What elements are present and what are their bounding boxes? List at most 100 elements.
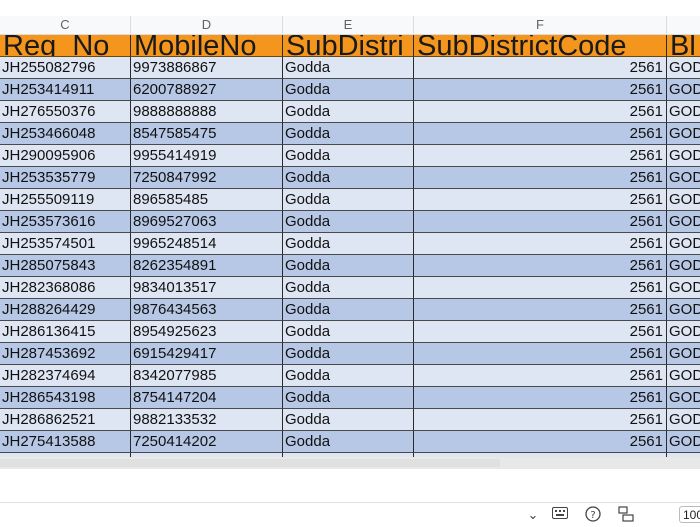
cell-mobile-no[interactable]: 8954925623 bbox=[131, 321, 283, 343]
cell-mobile-no[interactable]: 7250847992 bbox=[131, 167, 283, 189]
cell-mobile-no[interactable]: 8342077985 bbox=[131, 365, 283, 387]
cell-mobile-no[interactable]: 7250414202 bbox=[131, 431, 283, 453]
cell-reg-no[interactable]: JH282374694 bbox=[0, 365, 131, 387]
help-icon[interactable]: ? bbox=[584, 506, 602, 524]
cell-next-column[interactable]: GOD bbox=[667, 101, 700, 123]
cell-reg-no[interactable]: JH253414911 bbox=[0, 79, 131, 101]
cell-mobile-no[interactable]: 8754147204 bbox=[131, 387, 283, 409]
cell-reg-no[interactable]: JH286862521 bbox=[0, 409, 131, 431]
cell-next-column[interactable]: GOD bbox=[667, 387, 700, 409]
cell-reg-no[interactable]: JH275413588 bbox=[0, 431, 131, 453]
cell-mobile-no[interactable]: 896585485 bbox=[131, 189, 283, 211]
cell-sub-district[interactable]: Godda bbox=[283, 409, 414, 431]
cell-mobile-no[interactable]: 9882133532 bbox=[131, 409, 283, 431]
cell-mobile-no[interactable]: 8969527063 bbox=[131, 211, 283, 233]
header-cell-reg-no[interactable]: Reg_No bbox=[0, 35, 131, 57]
cell-sub-district-code[interactable]: 2561 bbox=[414, 211, 667, 233]
cell-next-column[interactable]: GOD bbox=[667, 343, 700, 365]
cell-sub-district-code[interactable]: 2561 bbox=[414, 409, 667, 431]
cell-sub-district-code[interactable]: 2561 bbox=[414, 79, 667, 101]
column-header-e[interactable]: E bbox=[283, 16, 414, 34]
cell-next-column[interactable]: GOD bbox=[667, 409, 700, 431]
header-cell-mobile-no[interactable]: MobileNo bbox=[131, 35, 283, 57]
cell-sub-district[interactable]: Godda bbox=[283, 123, 414, 145]
cell-mobile-no[interactable]: 8547585475 bbox=[131, 123, 283, 145]
cell-mobile-no[interactable]: 9876434563 bbox=[131, 299, 283, 321]
cell-sub-district-code[interactable]: 2561 bbox=[414, 343, 667, 365]
cell-reg-no[interactable]: JH255509119 bbox=[0, 189, 131, 211]
cell-next-column[interactable]: GOD bbox=[667, 277, 700, 299]
cell-mobile-no[interactable]: 9973886867 bbox=[131, 57, 283, 79]
cell-next-column[interactable]: GOD bbox=[667, 211, 700, 233]
cell-sub-district-code[interactable]: 2561 bbox=[414, 167, 667, 189]
cell-sub-district[interactable]: Godda bbox=[283, 145, 414, 167]
cell-reg-no[interactable]: JH290095906 bbox=[0, 145, 131, 167]
cell-reg-no[interactable]: JH288264429 bbox=[0, 299, 131, 321]
cell-mobile-no[interactable]: 8262354891 bbox=[131, 255, 283, 277]
keyboard-icon[interactable] bbox=[551, 506, 569, 524]
cell-sub-district[interactable]: Godda bbox=[283, 299, 414, 321]
cell-sub-district[interactable]: Godda bbox=[283, 431, 414, 453]
cell-sub-district-code[interactable]: 2561 bbox=[414, 387, 667, 409]
cell-sub-district[interactable]: Godda bbox=[283, 167, 414, 189]
horizontal-scrollbar[interactable] bbox=[0, 457, 700, 469]
cell-next-column[interactable]: GOD bbox=[667, 299, 700, 321]
cell-sub-district[interactable]: Godda bbox=[283, 277, 414, 299]
cell-reg-no[interactable]: JH253466048 bbox=[0, 123, 131, 145]
cell-sub-district[interactable]: Godda bbox=[283, 365, 414, 387]
cell-sub-district[interactable]: Godda bbox=[283, 255, 414, 277]
cell-reg-no[interactable]: JH287453692 bbox=[0, 343, 131, 365]
cell-reg-no[interactable]: JH253573616 bbox=[0, 211, 131, 233]
cell-next-column[interactable]: GOD bbox=[667, 79, 700, 101]
cell-reg-no[interactable]: JH285075843 bbox=[0, 255, 131, 277]
cell-next-column[interactable]: GOD bbox=[667, 365, 700, 387]
cell-sub-district-code[interactable]: 2561 bbox=[414, 277, 667, 299]
cell-sub-district[interactable]: Godda bbox=[283, 233, 414, 255]
cell-sub-district[interactable]: Godda bbox=[283, 211, 414, 233]
cell-sub-district[interactable]: Godda bbox=[283, 57, 414, 79]
cell-reg-no[interactable]: JH253535779 bbox=[0, 167, 131, 189]
cell-sub-district[interactable]: Godda bbox=[283, 101, 414, 123]
cell-reg-no[interactable]: JH253574501 bbox=[0, 233, 131, 255]
page-layout-icon[interactable] bbox=[617, 506, 635, 524]
cell-sub-district-code[interactable]: 2561 bbox=[414, 145, 667, 167]
cell-next-column[interactable]: GOD bbox=[667, 321, 700, 343]
cell-sub-district[interactable]: Godda bbox=[283, 343, 414, 365]
cell-mobile-no[interactable]: 9955414919 bbox=[131, 145, 283, 167]
column-header-g[interactable] bbox=[667, 16, 700, 34]
cell-sub-district[interactable]: Godda bbox=[283, 387, 414, 409]
cell-reg-no[interactable]: JH255082796 bbox=[0, 57, 131, 79]
cell-next-column[interactable]: GOD bbox=[667, 145, 700, 167]
cell-sub-district-code[interactable]: 2561 bbox=[414, 57, 667, 79]
cell-reg-no[interactable]: JH286136415 bbox=[0, 321, 131, 343]
cell-mobile-no[interactable]: 6200788927 bbox=[131, 79, 283, 101]
cell-next-column[interactable]: GOD bbox=[667, 57, 700, 79]
cell-reg-no[interactable]: JH276550376 bbox=[0, 101, 131, 123]
cell-sub-district-code[interactable]: 2561 bbox=[414, 101, 667, 123]
cell-mobile-no[interactable]: 9834013517 bbox=[131, 277, 283, 299]
scrollbar-thumb[interactable] bbox=[0, 459, 500, 467]
header-cell-sub-district-code[interactable]: SubDistrictCode bbox=[414, 35, 667, 57]
cell-mobile-no[interactable]: 9965248514 bbox=[131, 233, 283, 255]
cell-next-column[interactable]: GOD bbox=[667, 233, 700, 255]
cell-sub-district-code[interactable]: 2561 bbox=[414, 189, 667, 211]
zoom-level-field[interactable]: 100 bbox=[679, 506, 700, 523]
cell-next-column[interactable]: GOD bbox=[667, 431, 700, 453]
header-cell-next-column[interactable]: Bl bbox=[667, 35, 700, 57]
cell-sub-district-code[interactable]: 2561 bbox=[414, 233, 667, 255]
cell-sub-district-code[interactable]: 2561 bbox=[414, 299, 667, 321]
cell-next-column[interactable]: GOD bbox=[667, 123, 700, 145]
cell-reg-no[interactable]: JH282368086 bbox=[0, 277, 131, 299]
cell-sub-district-code[interactable]: 2561 bbox=[414, 431, 667, 453]
cell-mobile-no[interactable]: 9888888888 bbox=[131, 101, 283, 123]
column-header-c[interactable]: C bbox=[0, 16, 131, 34]
cell-sub-district-code[interactable]: 2561 bbox=[414, 321, 667, 343]
cell-next-column[interactable]: GOD bbox=[667, 167, 700, 189]
column-header-d[interactable]: D bbox=[131, 16, 283, 34]
cell-sub-district-code[interactable]: 2561 bbox=[414, 123, 667, 145]
cell-next-column[interactable]: GOD bbox=[667, 255, 700, 277]
cell-sub-district-code[interactable]: 2561 bbox=[414, 255, 667, 277]
cell-sub-district[interactable]: Godda bbox=[283, 189, 414, 211]
cell-reg-no[interactable]: JH286543198 bbox=[0, 387, 131, 409]
column-header-f[interactable]: F bbox=[414, 16, 667, 34]
